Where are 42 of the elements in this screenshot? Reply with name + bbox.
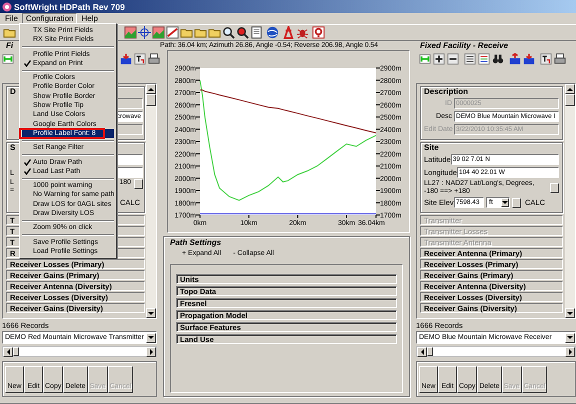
- group-title: S: [10, 143, 16, 153]
- plus-icon[interactable]: [433, 52, 445, 64]
- receiver-icon[interactable]: [523, 52, 535, 64]
- panel-title: Fixed Facility - Receive: [419, 41, 508, 51]
- panel-title: Fi: [5, 41, 14, 51]
- receiver-icon[interactable]: [120, 52, 132, 64]
- datum-button[interactable]: [550, 182, 559, 192]
- terrain-icon[interactable]: [124, 26, 137, 39]
- app-icon: [2, 2, 12, 12]
- printer-icon[interactable]: [148, 52, 160, 64]
- minus-icon[interactable]: [447, 52, 459, 64]
- search-icon[interactable]: [222, 26, 235, 39]
- link-icon[interactable]: [419, 52, 431, 64]
- marker-icon[interactable]: [312, 26, 325, 39]
- group-title: Site: [424, 143, 439, 153]
- vertical-scrollbar[interactable]: [565, 84, 575, 318]
- printer-icon[interactable]: [554, 52, 566, 64]
- crosshair-icon[interactable]: [138, 26, 151, 39]
- horizontal-scrollbar[interactable]: [416, 346, 576, 357]
- transfer-icon[interactable]: [540, 52, 552, 64]
- globe-icon[interactable]: [266, 26, 279, 39]
- group-title: Description: [424, 87, 468, 97]
- transmitter-icon[interactable]: [509, 52, 521, 64]
- menu-title[interactable]: Help: [77, 13, 102, 24]
- chart-icon[interactable]: [166, 26, 179, 39]
- tower-icon[interactable]: [282, 26, 295, 39]
- terrain-icon[interactable]: [152, 26, 165, 39]
- transfer-icon[interactable]: [134, 52, 146, 64]
- menu-title[interactable]: File: [1, 13, 22, 24]
- vertical-scrollbar[interactable]: [146, 84, 156, 318]
- binoculars-icon[interactable]: [492, 52, 504, 64]
- calc-button[interactable]: [512, 198, 521, 208]
- page-icon[interactable]: [250, 26, 263, 39]
- list-icon[interactable]: [464, 52, 476, 64]
- link-icon[interactable]: [2, 52, 14, 64]
- horizontal-scrollbar[interactable]: [2, 346, 157, 357]
- datum-button[interactable]: [134, 179, 143, 189]
- group-title: Path Settings: [170, 237, 222, 248]
- window-title: SoftWright HDPath Rev 709: [14, 2, 125, 12]
- group-title: D: [10, 87, 16, 97]
- zoom-icon[interactable]: [236, 26, 249, 39]
- list-icon[interactable]: [478, 52, 490, 64]
